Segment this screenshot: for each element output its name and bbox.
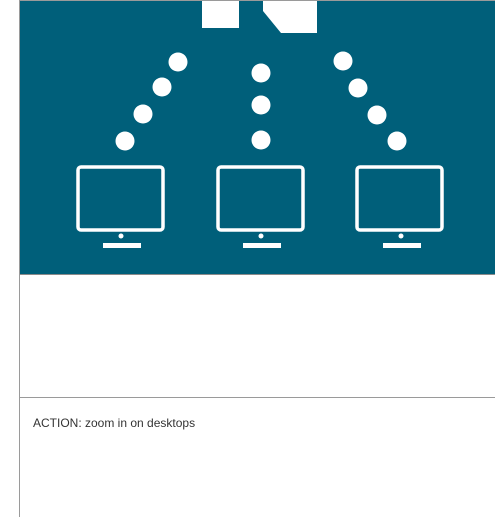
network-diagram bbox=[76, 1, 444, 248]
section-divider bbox=[20, 397, 495, 398]
source-block-left bbox=[202, 1, 239, 28]
connector-dot bbox=[168, 52, 188, 72]
server-shape-icon bbox=[202, 1, 317, 33]
connector-dot bbox=[348, 78, 368, 98]
monitor-icon bbox=[355, 165, 444, 248]
connector-dot bbox=[367, 105, 387, 125]
connector-dot bbox=[333, 51, 353, 71]
connector-dot bbox=[251, 95, 271, 115]
dotted-line-center bbox=[251, 63, 271, 150]
monitor-icon bbox=[216, 165, 305, 248]
diagram-panel bbox=[20, 1, 495, 275]
dotted-arc-right bbox=[333, 51, 407, 151]
connector-dot bbox=[133, 104, 153, 124]
connector-dot bbox=[115, 131, 135, 151]
connector-dot bbox=[152, 77, 172, 97]
connector-dot bbox=[251, 130, 271, 150]
connector-dot bbox=[387, 131, 407, 151]
monitor-icon bbox=[76, 165, 165, 248]
source-block-right bbox=[263, 1, 317, 33]
dotted-arc-left bbox=[115, 52, 188, 151]
connector-dot bbox=[251, 63, 271, 83]
action-caption: ACTION: zoom in on desktops bbox=[33, 416, 196, 430]
